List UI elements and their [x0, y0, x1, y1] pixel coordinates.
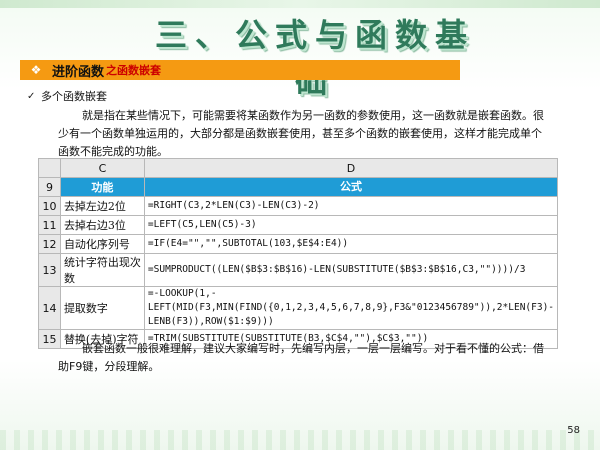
top-decoration: [0, 0, 600, 8]
row-number: 10: [38, 196, 61, 216]
column-header-row: C D: [38, 158, 559, 178]
bullet-text: 多个函数嵌套: [41, 90, 107, 103]
column-header-d: D: [143, 158, 559, 178]
row-number: 12: [38, 234, 61, 254]
table-row: 12 自动化序列号 =IF(E4="","",SUBTOTAL(103,$E$4…: [38, 234, 559, 254]
function-cell: 去掉左边2位: [59, 196, 145, 216]
function-cell: 自动化序列号: [59, 234, 145, 254]
table-row: 10 去掉左边2位 =RIGHT(C3,2*LEN(C3)-LEN(C3)-2): [38, 196, 559, 216]
function-cell: 提取数字: [59, 286, 145, 330]
bottom-decoration: [0, 430, 600, 450]
spreadsheet-table: C D 9 功能 公式 10 去掉左边2位 =RIGHT(C3,2*LEN(C3…: [38, 158, 559, 349]
section-subtitle: 之函数嵌套: [106, 64, 162, 77]
table-row: 13 统计字符出现次数 =SUMPRODUCT((LEN($B$3:$B$16)…: [38, 253, 559, 287]
check-icon: ✓: [27, 90, 36, 102]
formula-cell: =SUMPRODUCT((LEN($B$3:$B$16)-LEN(SUBSTIT…: [143, 253, 559, 287]
formula-cell: =RIGHT(C3,2*LEN(C3)-LEN(C3)-2): [143, 196, 559, 216]
section-title: 进阶函数: [52, 64, 105, 80]
corner-cell: [38, 158, 61, 178]
formula-cell: =IF(E4="","",SUBTOTAL(103,$E$4:E4)): [143, 234, 559, 254]
row-number: 9: [38, 177, 61, 197]
bullet-item: ✓ 多个函数嵌套: [27, 88, 107, 104]
header-cell-formula: 公式: [143, 177, 559, 197]
formula-cell: =-LOOKUP(1,-LEFT(MID(F3,MIN(FIND({0,1,2,…: [143, 286, 559, 330]
slide: 三、公式与函数基础 ❖ 进阶函数 之函数嵌套 ✓ 多个函数嵌套 就是指在某些情况…: [0, 0, 600, 450]
section-bar: ❖ 进阶函数 之函数嵌套: [20, 60, 460, 80]
formula-cell: =LEFT(C5,LEN(C5)-3): [143, 215, 559, 235]
header-cell-function: 功能: [59, 177, 145, 197]
column-header-c: C: [59, 158, 145, 178]
page-number: 58: [567, 425, 580, 436]
row-number: 11: [38, 215, 61, 235]
diamond-bullet-icon: ❖: [30, 63, 42, 77]
table-row: 11 去掉右边3位 =LEFT(C5,LEN(C5)-3): [38, 215, 559, 235]
function-cell: 去掉右边3位: [59, 215, 145, 235]
intro-paragraph: 就是指在某些情况下，可能需要将某函数作为另一函数的参数使用，这一函数就是嵌套函数…: [58, 109, 544, 158]
function-cell: 统计字符出现次数: [59, 253, 145, 287]
row-number: 14: [38, 286, 61, 330]
slide-title: 三、公式与函数基础: [154, 16, 475, 100]
table-row: 14 提取数字 =-LOOKUP(1,-LEFT(MID(F3,MIN(FIND…: [38, 286, 559, 330]
tip-paragraph: 嵌套函数一般很难理解，建议大家编写时，先编写内层，一层一层编写。对于看不懂的公式…: [58, 342, 544, 373]
row-number: 13: [38, 253, 61, 287]
table-header-row: 9 功能 公式: [38, 177, 559, 197]
